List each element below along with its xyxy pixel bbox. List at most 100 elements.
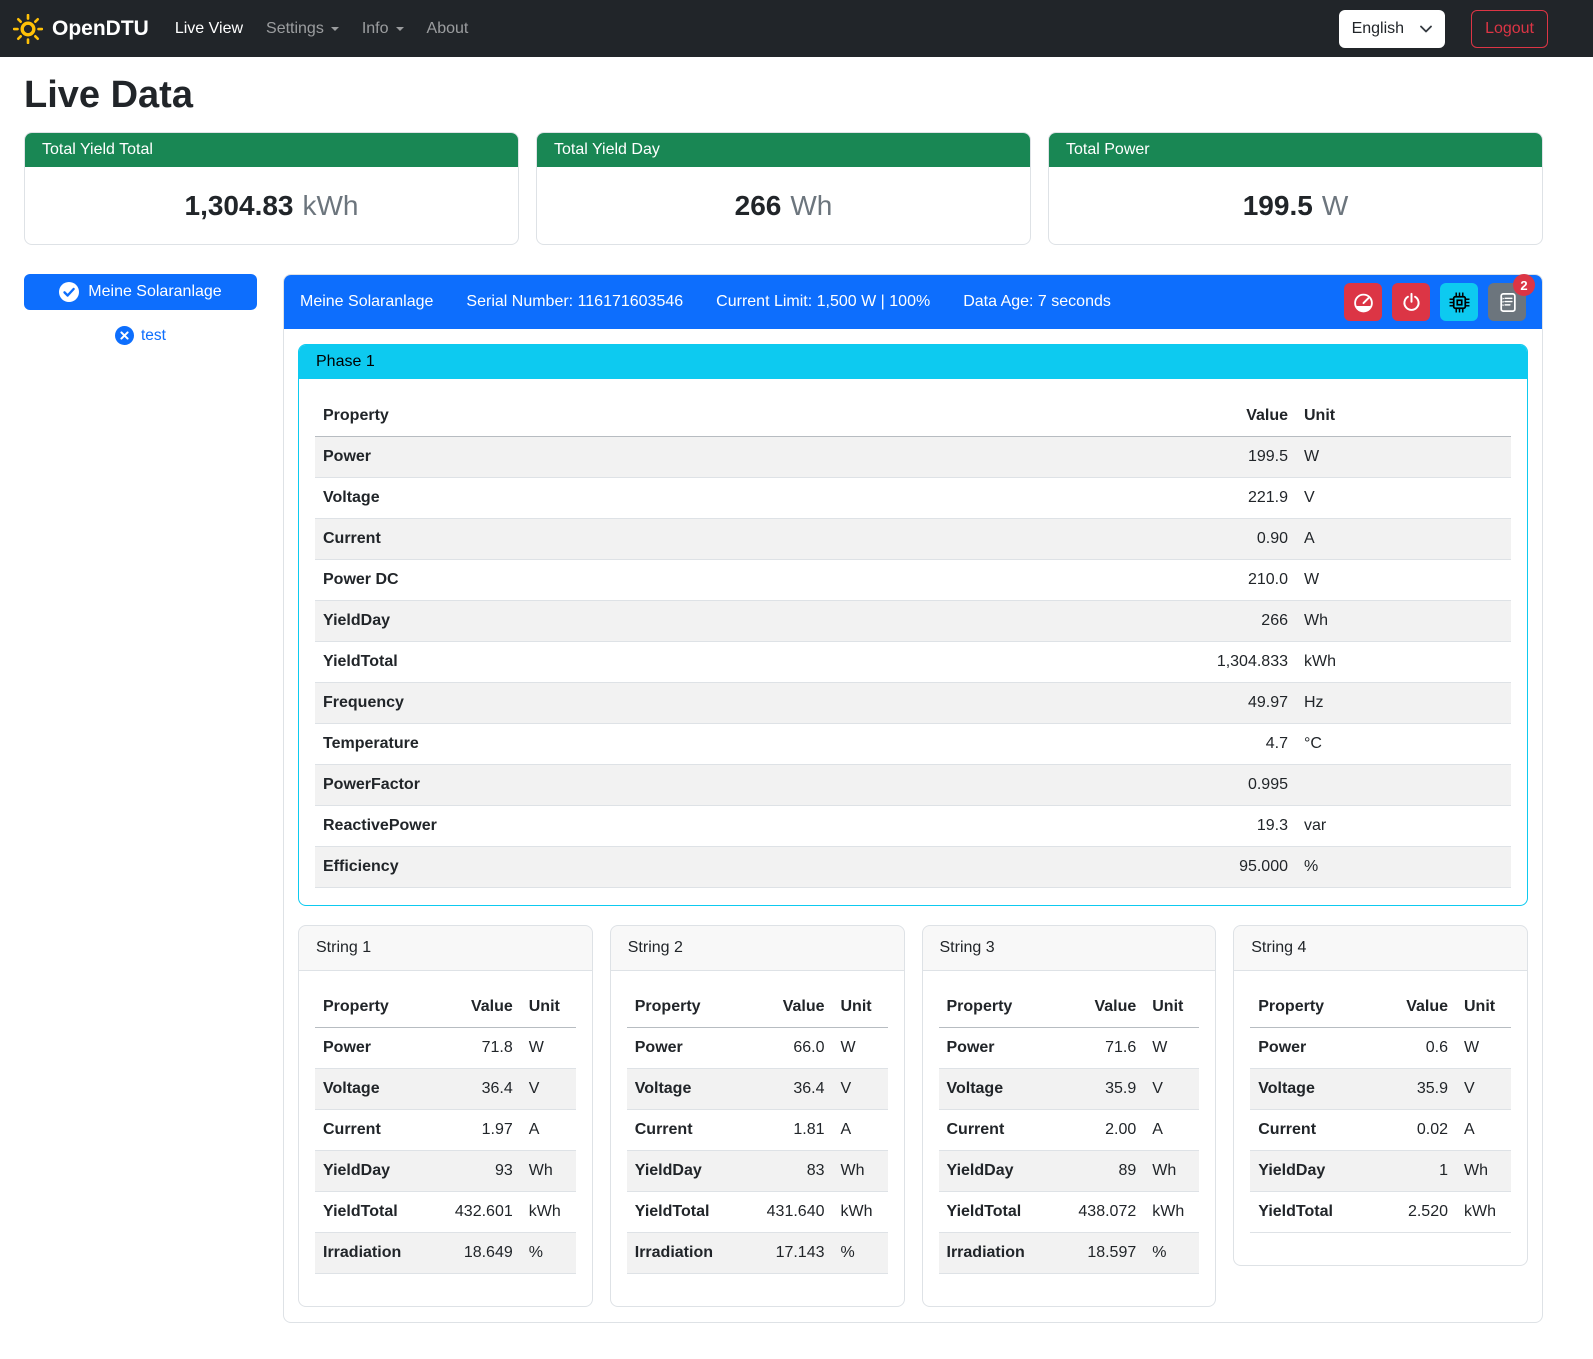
value-cell: 438.072	[1054, 1192, 1144, 1233]
unit-cell: W	[1456, 1028, 1511, 1069]
property-cell: YieldDay	[627, 1151, 743, 1192]
check-circle-icon	[59, 282, 79, 302]
sun-icon	[13, 14, 43, 44]
property-cell: Irradiation	[939, 1233, 1055, 1274]
limit-settings-button[interactable]	[1344, 283, 1382, 321]
unit-cell: Wh	[1144, 1151, 1199, 1192]
table-row: YieldDay 83 Wh	[627, 1151, 888, 1192]
total-yield-day-card: Total Yield Day 266Wh	[536, 132, 1031, 245]
value-cell: 1,304.833	[1166, 642, 1296, 683]
property-cell: Voltage	[627, 1069, 743, 1110]
value-cell: 1.97	[431, 1110, 521, 1151]
nav-live-view[interactable]: Live View	[171, 12, 247, 46]
property-cell: Power	[315, 437, 1166, 478]
string-4-card: String 4 Property Value Unit	[1233, 925, 1528, 1266]
value-number: 266	[735, 190, 782, 221]
property-cell: YieldTotal	[1250, 1192, 1366, 1233]
brand-label: OpenDTU	[52, 17, 149, 41]
value-cell: 71.6	[1054, 1028, 1144, 1069]
inverter-item-test[interactable]: test	[24, 326, 257, 345]
value-cell: 0.02	[1366, 1110, 1456, 1151]
gauge-icon	[1353, 292, 1374, 313]
property-cell: YieldTotal	[315, 1192, 431, 1233]
value-unit: kWh	[303, 190, 359, 221]
unit-cell: A	[833, 1110, 888, 1151]
property-cell: YieldDay	[1250, 1151, 1366, 1192]
value-cell: 18.597	[1054, 1233, 1144, 1274]
inverter-actions: 2	[1344, 283, 1526, 321]
journal-text-icon	[1497, 292, 1518, 313]
table-row: YieldDay 266 Wh	[315, 601, 1511, 642]
nav-about[interactable]: About	[423, 12, 473, 46]
phase-card: Phase 1 Property Value Unit	[298, 344, 1528, 906]
unit-cell: %	[833, 1233, 888, 1274]
brand-link[interactable]: OpenDTU	[13, 14, 149, 44]
unit-cell: W	[1296, 437, 1511, 478]
property-cell: YieldTotal	[627, 1192, 743, 1233]
string-1-card: String 1 Property Value Unit	[298, 925, 593, 1307]
string-title: String 2	[611, 926, 904, 971]
table-row: Voltage 35.9 V	[939, 1069, 1200, 1110]
unit-cell: A	[1144, 1110, 1199, 1151]
logout-button[interactable]: Logout	[1471, 10, 1548, 48]
unit-cell: A	[1296, 519, 1511, 560]
unit-cell: Hz	[1296, 683, 1511, 724]
power-button[interactable]	[1392, 283, 1430, 321]
inverter-name: Meine Solaranlage	[300, 293, 433, 311]
value-cell: 432.601	[431, 1192, 521, 1233]
card-value: 266Wh	[537, 167, 1030, 244]
table-row: YieldTotal 1,304.833 kWh	[315, 642, 1511, 683]
property-cell: Efficiency	[315, 847, 1166, 888]
card-title: Total Power	[1049, 133, 1542, 167]
unit-cell: %	[1296, 847, 1511, 888]
value-number: 199.5	[1243, 190, 1313, 221]
unit-cell: Wh	[1296, 601, 1511, 642]
event-log-button[interactable]: 2	[1488, 283, 1526, 321]
value-header: Value	[1166, 396, 1296, 437]
nav-info[interactable]: Info	[358, 12, 408, 46]
table-header-row: Property Value Unit	[315, 396, 1511, 437]
table-row: Power 0.6 W	[1250, 1028, 1511, 1069]
language-select[interactable]: English	[1339, 10, 1445, 48]
table-row: Voltage 36.4 V	[315, 1069, 576, 1110]
value-cell: 35.9	[1366, 1069, 1456, 1110]
unit-cell: kWh	[1296, 642, 1511, 683]
unit-cell: W	[521, 1028, 576, 1069]
nav-settings[interactable]: Settings	[262, 12, 343, 46]
string-table: Property Value Unit Power 71.8 W Voltage…	[315, 987, 576, 1274]
card-title: Total Yield Day	[537, 133, 1030, 167]
phase-table: Property Value Unit Power 199.5 W Voltag…	[315, 396, 1511, 888]
unit-cell: °C	[1296, 724, 1511, 765]
property-cell: YieldTotal	[939, 1192, 1055, 1233]
card-value: 199.5W	[1049, 167, 1542, 244]
table-row: YieldTotal 431.640 kWh	[627, 1192, 888, 1233]
inverter-limit: Current Limit: 1,500 W | 100%	[716, 293, 930, 311]
device-info-button[interactable]	[1440, 283, 1478, 321]
table-header-row: Property Value Unit	[1250, 987, 1511, 1028]
property-cell: Voltage	[315, 1069, 431, 1110]
unit-header: Unit	[1296, 396, 1511, 437]
property-cell: Current	[315, 1110, 431, 1151]
navbar-right: English Logout	[1339, 10, 1548, 48]
x-circle-icon	[115, 326, 134, 345]
value-cell: 199.5	[1166, 437, 1296, 478]
property-cell: Power	[627, 1028, 743, 1069]
unit-cell: V	[833, 1069, 888, 1110]
table-row: Power 199.5 W	[315, 437, 1511, 478]
unit-cell: kWh	[1144, 1192, 1199, 1233]
table-row: YieldTotal 432.601 kWh	[315, 1192, 576, 1233]
value-cell: 66.0	[743, 1028, 833, 1069]
table-row: ReactivePower 19.3 var	[315, 806, 1511, 847]
value-cell: 1.81	[743, 1110, 833, 1151]
unit-cell: Wh	[833, 1151, 888, 1192]
value-cell: 95.000	[1166, 847, 1296, 888]
table-row: YieldTotal 2.520 kWh	[1250, 1192, 1511, 1233]
table-row: YieldDay 89 Wh	[939, 1151, 1200, 1192]
table-row: Power 66.0 W	[627, 1028, 888, 1069]
inverter-selected-button[interactable]: Meine Solaranlage	[24, 274, 257, 310]
unit-cell: kWh	[833, 1192, 888, 1233]
table-row: Efficiency 95.000 %	[315, 847, 1511, 888]
inverter-data-age: Data Age: 7 seconds	[963, 293, 1111, 311]
table-row: Current 1.97 A	[315, 1110, 576, 1151]
main-nav: Live View Settings Info About	[171, 12, 488, 46]
